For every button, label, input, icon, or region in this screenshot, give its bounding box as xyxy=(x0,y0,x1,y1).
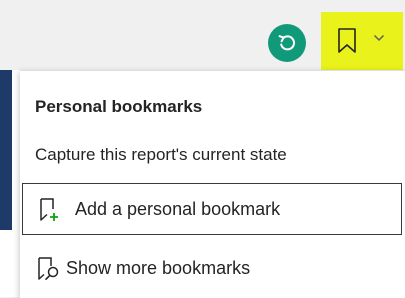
report-canvas-accent xyxy=(0,70,12,230)
show-more-bookmarks-button[interactable]: Show more bookmarks xyxy=(22,247,402,291)
add-bookmark-icon xyxy=(40,198,58,221)
personal-bookmarks-flyout: Personal bookmarks Capture this report's… xyxy=(20,70,405,298)
bookmark-icon xyxy=(338,28,356,53)
add-personal-bookmark-label: Add a personal bookmark xyxy=(75,199,281,219)
add-personal-bookmark-button[interactable]: Add a personal bookmark xyxy=(22,183,402,235)
chevron-down-icon xyxy=(373,34,385,42)
bookmark-menu-button[interactable] xyxy=(321,12,403,70)
reset-button[interactable] xyxy=(268,24,306,62)
flyout-subtitle: Capture this report's current state xyxy=(35,145,287,164)
show-more-bookmarks-icon xyxy=(38,257,59,280)
reset-icon xyxy=(278,35,295,51)
flyout-title: Personal bookmarks xyxy=(35,97,203,116)
show-more-bookmarks-label: Show more bookmarks xyxy=(66,258,251,278)
